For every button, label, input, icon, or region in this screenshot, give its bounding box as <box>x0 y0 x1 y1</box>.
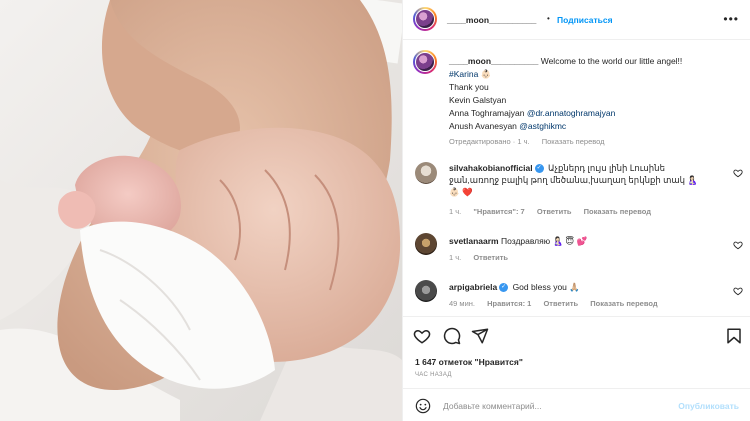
comment-time: 1 ч. <box>449 207 462 216</box>
comment-reply-button[interactable]: Ответить <box>537 207 572 216</box>
separator-dot: • <box>547 14 550 23</box>
comment-likes-count[interactable]: Нравится: 1 <box>487 299 531 308</box>
comment-like-heart-icon[interactable] <box>733 286 743 296</box>
caption-hashtag-line: #Karina 👶🏻 <box>449 69 491 80</box>
comment-meta: 1 ч. "Нравится": 7 Ответить Показать пер… <box>449 207 661 216</box>
comment-username[interactable]: arpigabriela <box>449 282 497 292</box>
verified-badge-icon: ✓ <box>534 164 544 174</box>
comment-bubble-icon[interactable] <box>443 327 461 345</box>
publish-button[interactable]: Опубликовать <box>678 401 739 411</box>
likes-count[interactable]: 1 647 отметок "Нравится" <box>415 357 523 367</box>
hashtag-emoji: 👶🏻 <box>480 69 492 79</box>
instagram-post-view: M ____moon__________ • <box>0 0 750 421</box>
author-username[interactable]: ____moon__________ <box>447 15 536 25</box>
comment-username[interactable]: svetlanaarm <box>449 236 499 246</box>
comment-silvahakobianofficial: silvahakobianofficial ✓ Աչքներդ լույս լին… <box>449 162 711 198</box>
comment-like-heart-icon[interactable] <box>733 240 743 250</box>
caption-line-2-name: Anna Toghramajyan <box>449 108 525 118</box>
comment-meta: 1 ч. Ответить <box>449 253 518 262</box>
comment-composer: Опубликовать <box>403 388 750 421</box>
share-paper-plane-icon[interactable] <box>471 327 489 345</box>
comment-translate-link[interactable]: Показать перевод <box>590 299 657 308</box>
save-bookmark-icon[interactable] <box>725 327 743 345</box>
comment-avatar-svetlanaarm[interactable] <box>415 233 437 255</box>
caption-line-2: Anna Toghramajyan @dr.annatoghramajyan <box>449 108 615 118</box>
comment-avatar-silvahakobianofficial[interactable] <box>415 162 437 184</box>
caption-meta: Отредактировано · 1 ч. Показать перевод <box>449 137 615 146</box>
comment-time: 49 мин. <box>449 299 475 308</box>
more-options-icon[interactable]: ••• <box>723 12 739 26</box>
comment-avatar-arpigabriela[interactable] <box>415 280 437 302</box>
photo-hands-illustration: M <box>0 0 402 421</box>
author-avatar[interactable] <box>413 7 437 31</box>
follow-button[interactable]: Подписаться <box>557 15 613 25</box>
add-comment-input[interactable] <box>443 397 663 415</box>
caption-line-3-name: Anush Avanesyan <box>449 121 517 131</box>
comments-area[interactable]: ____moon__________ Welcome to the world … <box>403 40 750 316</box>
verified-badge-icon: ✓ <box>499 283 509 293</box>
caption-edited-time: Отредактировано · 1 ч. <box>449 137 530 146</box>
post-time-ago: ЧАС НАЗАД <box>415 372 452 378</box>
mention-link-anna[interactable]: @dr.annatoghramajyan <box>527 108 616 118</box>
comment-reply-button[interactable]: Ответить <box>543 299 578 308</box>
comment-svetlanaarm: svetlanaarm Поздравляю 🤱🏻 😇 💕 <box>449 235 711 247</box>
comment-text-continued: 👶🏻 ❤️ <box>449 187 473 197</box>
caption-line-3: Anush Avanesyan @astghikmc <box>449 121 566 131</box>
comment-translate-link[interactable]: Показать перевод <box>584 207 651 216</box>
caption-translate-link[interactable]: Показать перевод <box>542 137 605 146</box>
caption-thanks: Thank you <box>449 82 489 92</box>
comment-text: Поздравляю 🤱🏻 😇 💕 <box>501 236 588 246</box>
comment-text: God bless you 🙏🏼 <box>512 282 580 292</box>
comment-reply-button[interactable]: Ответить <box>473 253 508 262</box>
comment-like-heart-icon[interactable] <box>733 168 743 178</box>
hashtag-link[interactable]: #Karina <box>449 69 478 79</box>
caption-text: Welcome to the world our little angel!! <box>540 56 683 66</box>
post-photo[interactable]: M <box>0 0 402 421</box>
post-actions: 1 647 отметок "Нравится" ЧАС НАЗАД <box>403 316 750 396</box>
caption-first-line: ____moon__________ Welcome to the world … <box>449 56 682 66</box>
caption-username[interactable]: ____moon__________ <box>449 56 538 66</box>
caption-author-avatar[interactable] <box>413 50 437 74</box>
comment-time: 1 ч. <box>449 253 462 262</box>
comment-username[interactable]: silvahakobianofficial <box>449 163 533 173</box>
post-side-panel: ____moon__________ • Подписаться ••• ___… <box>402 0 750 421</box>
comment-likes-count[interactable]: "Нравится": 7 <box>473 207 524 216</box>
post-header: ____moon__________ • Подписаться ••• <box>403 0 750 40</box>
caption-line-1: Kevin Galstyan <box>449 95 507 105</box>
like-heart-icon[interactable] <box>413 327 431 345</box>
comment-meta: 49 мин. Нравится: 1 Ответить Показать пе… <box>449 299 668 308</box>
mention-link-anush[interactable]: @astghikmc <box>519 121 566 131</box>
comment-arpigabriela: arpigabriela ✓ God bless you 🙏🏼 <box>449 281 711 293</box>
emoji-smiley-icon[interactable] <box>415 398 431 414</box>
